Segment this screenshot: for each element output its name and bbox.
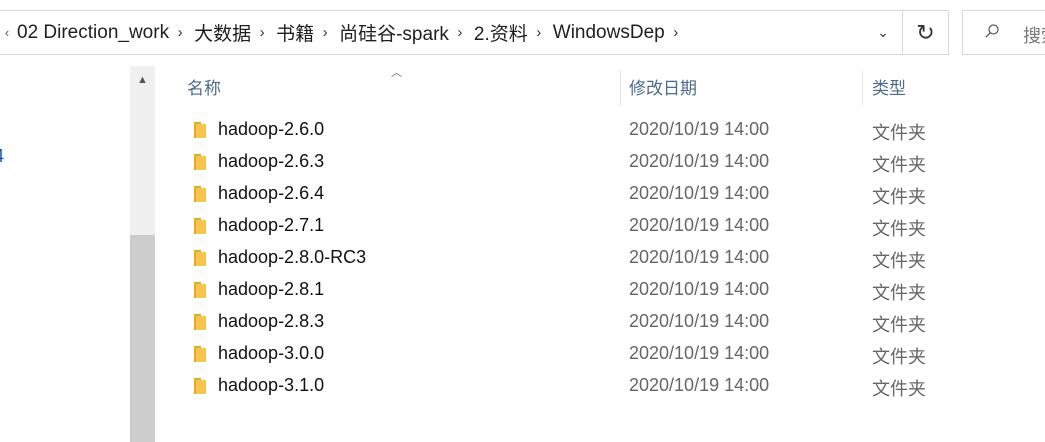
folder-icon — [192, 185, 208, 203]
file-type: 文件夹 — [872, 347, 926, 367]
file-row[interactable]: hadoop-2.8.3 2020/10/19 14:00 文件夹 — [155, 306, 1045, 338]
address-dropdown-button[interactable]: ⌄ — [865, 11, 901, 54]
breadcrumb: ‹ 02 Direction_work › 大数据 › 书籍 › 尚硅谷-spark › 2.资… — [0, 11, 687, 54]
column-header-type[interactable]: 类型 — [872, 66, 906, 106]
folder-icon — [192, 153, 208, 171]
file-name: hadoop-2.6.3 — [218, 151, 325, 171]
folder-icon — [192, 281, 208, 299]
folder-icon — [192, 313, 208, 331]
sort-ascending-icon: ︿ — [391, 67, 402, 79]
file-row[interactable]: hadoop-2.8.0-RC3 2020/10/19 14:00 文件夹 — [155, 242, 1045, 274]
chevron-right-icon[interactable]: › — [251, 24, 273, 41]
chevron-right-icon[interactable]: › — [169, 24, 191, 41]
refresh-icon: ↻ — [916, 19, 935, 45]
file-name: hadoop-2.8.0-RC3 — [218, 247, 367, 267]
column-header-name[interactable]: 名称 — [187, 66, 221, 106]
address-bar[interactable]: ‹ 02 Direction_work › 大数据 › 书籍 › 尚硅谷-spark › 2.资… — [0, 10, 903, 55]
file-date: 2020/10/19 14:00 — [629, 183, 770, 203]
file-name: hadoop-2.6.0 — [218, 119, 325, 139]
navigation-pane: 4 — [0, 66, 130, 442]
file-name: hadoop-2.7.1 — [218, 215, 325, 235]
file-type: 文件夹 — [872, 187, 926, 207]
file-row[interactable]: hadoop-2.6.4 2020/10/19 14:00 文件夹 — [155, 178, 1045, 210]
file-date: 2020/10/19 14:00 — [629, 119, 770, 139]
column-divider[interactable] — [862, 70, 863, 106]
chevron-right-icon[interactable]: › — [528, 24, 550, 41]
file-date: 2020/10/19 14:00 — [629, 311, 770, 331]
file-name: hadoop-2.6.4 — [218, 183, 325, 203]
file-name: hadoop-2.8.3 — [218, 311, 325, 331]
file-date: 2020/10/19 14:00 — [629, 215, 770, 235]
folder-icon — [192, 217, 208, 235]
file-date: 2020/10/19 14:00 — [629, 375, 770, 395]
column-header-date[interactable]: 修改日期 — [629, 66, 697, 106]
file-date: 2020/10/19 14:00 — [629, 279, 770, 299]
folder-icon — [192, 249, 208, 267]
breadcrumb-item[interactable]: 尚硅谷-spark — [336, 19, 449, 46]
breadcrumb-item[interactable]: 2.资料 — [471, 19, 528, 46]
file-row[interactable]: hadoop-3.1.0 2020/10/19 14:00 文件夹 — [155, 370, 1045, 402]
file-row[interactable]: hadoop-3.0.0 2020/10/19 14:00 文件夹 — [155, 338, 1045, 370]
breadcrumb-item[interactable]: 书籍 — [273, 19, 314, 46]
file-row[interactable]: hadoop-2.6.3 2020/10/19 14:00 文件夹 — [155, 146, 1045, 178]
nav-item-fragment[interactable]: 4 — [0, 146, 4, 167]
file-type: 文件夹 — [872, 283, 926, 303]
file-name: hadoop-3.1.0 — [218, 375, 325, 395]
file-row[interactable]: hadoop-2.8.1 2020/10/19 14:00 文件夹 — [155, 274, 1045, 306]
file-name: hadoop-3.0.0 — [218, 343, 325, 363]
folder-icon — [192, 377, 208, 395]
folder-icon — [192, 121, 208, 139]
breadcrumb-item[interactable]: 02 Direction_work — [14, 22, 169, 44]
chevron-right-icon[interactable]: › — [449, 24, 471, 41]
file-name: hadoop-2.8.1 — [218, 279, 325, 299]
chevron-left-icon[interactable]: ‹ — [0, 25, 14, 40]
breadcrumb-item[interactable]: 大数据 — [191, 19, 251, 46]
file-type: 文件夹 — [872, 315, 926, 335]
nav-scrollbar[interactable]: ▲ — [130, 66, 155, 442]
chevron-right-icon[interactable]: › — [665, 24, 687, 41]
chevron-right-icon[interactable]: › — [314, 24, 336, 41]
file-type: 文件夹 — [872, 251, 926, 271]
file-list: ︿ 名称 修改日期 类型 hadoop-2.6.0 2020/10/19 14:0… — [155, 66, 1045, 442]
search-box[interactable]: 搜索 — [962, 10, 1045, 55]
refresh-button[interactable]: ↻ — [903, 10, 949, 55]
scroll-thumb[interactable] — [130, 235, 155, 442]
search-placeholder: 搜索 — [1023, 26, 1045, 46]
search-icon — [985, 24, 999, 38]
file-type: 文件夹 — [872, 155, 926, 175]
file-date: 2020/10/19 14:00 — [629, 343, 770, 363]
chevron-down-icon: ⌄ — [877, 24, 889, 40]
file-row[interactable]: hadoop-2.7.1 2020/10/19 14:00 文件夹 — [155, 210, 1045, 242]
file-type: 文件夹 — [872, 219, 926, 239]
scroll-up-icon[interactable]: ▲ — [130, 66, 155, 94]
file-date: 2020/10/19 14:00 — [629, 247, 770, 267]
file-row[interactable]: hadoop-2.6.0 2020/10/19 14:00 文件夹 — [155, 114, 1045, 146]
file-type: 文件夹 — [872, 379, 926, 399]
breadcrumb-item[interactable]: WindowsDep — [550, 22, 665, 44]
file-type: 文件夹 — [872, 123, 926, 143]
folder-icon — [192, 345, 208, 363]
file-date: 2020/10/19 14:00 — [629, 151, 770, 171]
column-divider[interactable] — [620, 70, 621, 106]
